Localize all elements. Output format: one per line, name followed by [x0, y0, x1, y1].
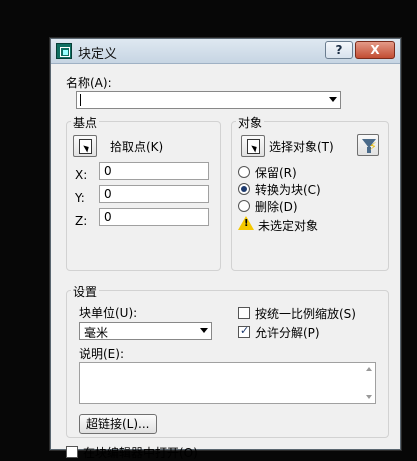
base-point-group-title: 基点	[71, 114, 100, 131]
chevron-down-icon[interactable]	[200, 328, 208, 333]
name-combobox[interactable]	[76, 91, 341, 109]
allow-explode-checkbox[interactable]	[238, 324, 250, 338]
quick-select-button[interactable]: ⚡	[357, 134, 379, 156]
select-objects-button[interactable]	[241, 135, 265, 157]
select-objects-label: 选择对象(T)	[269, 140, 334, 154]
description-label: 说明(E):	[79, 347, 124, 361]
z-label: Z:	[75, 214, 88, 228]
description-textarea[interactable]	[79, 362, 376, 404]
hyperlink-button[interactable]: 超链接(L)...	[79, 414, 157, 434]
pick-point-button[interactable]	[73, 135, 97, 157]
block-unit-label: 块单位(U):	[79, 306, 138, 320]
block-definition-icon	[56, 43, 72, 59]
uniform-scale-label[interactable]: 按统一比例缩放(S)	[255, 305, 356, 322]
text-cursor	[80, 94, 81, 106]
pick-point-label: 拾取点(K)	[110, 140, 164, 154]
pick-point-icon	[79, 139, 92, 154]
retain-label[interactable]: 保留(R)	[255, 164, 297, 181]
y-label: Y:	[75, 191, 85, 205]
delete-label[interactable]: 删除(D)	[255, 198, 298, 215]
allow-explode-label[interactable]: 允许分解(P)	[255, 324, 320, 341]
block-unit-select[interactable]: 毫米	[79, 322, 212, 340]
convert-to-block-radio[interactable]	[238, 183, 250, 195]
dialog-title: 块定义	[78, 47, 118, 62]
warning-icon	[238, 216, 254, 230]
close-button[interactable]: X	[355, 41, 395, 59]
select-objects-icon	[247, 139, 260, 154]
help-button[interactable]: ?	[325, 41, 353, 59]
retain-radio[interactable]	[238, 166, 250, 178]
title-bar[interactable]: 块定义 ? X	[51, 39, 400, 64]
uniform-scale-checkbox[interactable]	[238, 307, 250, 319]
scroll-down-icon[interactable]	[366, 395, 372, 399]
objects-group-title: 对象	[236, 114, 265, 131]
x-label: X:	[75, 168, 88, 182]
convert-to-block-label[interactable]: 转换为块(C)	[255, 181, 321, 198]
name-label: 名称(A):	[66, 76, 112, 90]
scroll-up-icon[interactable]	[366, 367, 372, 371]
block-definition-dialog: 块定义 ? X 名称(A): 基点 拾取点(K) X: 0 Y: 0 Z: 0 …	[50, 38, 401, 460]
x-input[interactable]: 0	[99, 162, 209, 180]
y-input[interactable]: 0	[99, 185, 209, 203]
settings-group-title: 设置	[71, 283, 100, 300]
open-in-block-editor-checkbox[interactable]	[66, 446, 78, 458]
z-input[interactable]: 0	[99, 208, 209, 226]
open-in-block-editor-label[interactable]: 在块编辑器中打开(O)	[83, 444, 198, 461]
bolt-icon: ⚡	[369, 140, 377, 153]
chevron-down-icon[interactable]	[329, 97, 337, 102]
delete-radio[interactable]	[238, 200, 250, 212]
selection-status: 未选定对象	[258, 219, 319, 233]
block-unit-value: 毫米	[84, 326, 109, 340]
